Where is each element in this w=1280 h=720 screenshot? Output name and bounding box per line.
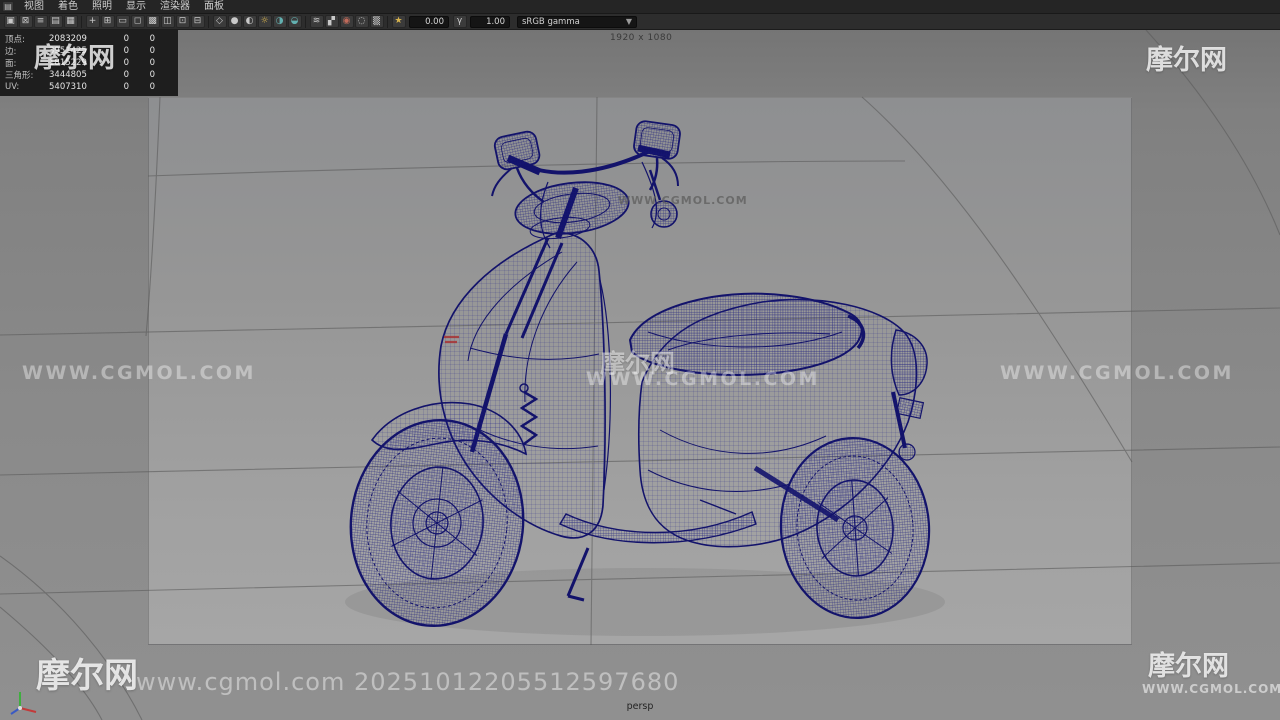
- shaded-icon[interactable]: ●: [227, 15, 242, 28]
- stat-selected: 0: [123, 82, 129, 92]
- bookmarks-icon[interactable]: ▤: [48, 15, 63, 28]
- exposure-field[interactable]: 0.00: [409, 15, 449, 28]
- menu-lighting[interactable]: 照明: [85, 0, 119, 13]
- render-view-region[interactable]: [148, 97, 1132, 645]
- hud-stat-row: 边: 3951425 0 0: [5, 45, 174, 57]
- camera-attributes-icon[interactable]: ≡: [33, 15, 48, 28]
- isolate-select-icon[interactable]: ◌: [354, 15, 369, 28]
- stat-total: 1815229: [49, 58, 87, 68]
- menu-shading[interactable]: 着色: [51, 0, 85, 13]
- select-camera-icon[interactable]: ▣: [3, 15, 18, 28]
- stat-total: 3951425: [49, 46, 87, 56]
- resolution-gate-label: 1920 x 1080: [610, 33, 673, 43]
- hud-stat-row: 面: 1815229 0 0: [5, 57, 174, 69]
- menu-renderer[interactable]: 渲染器: [153, 0, 197, 13]
- anti-aliasing-icon[interactable]: ▞: [324, 15, 339, 28]
- stat-label: 面:: [5, 59, 17, 69]
- pan-zoom-icon[interactable]: +: [85, 15, 100, 28]
- ambient-occlusion-icon[interactable]: ◒: [287, 15, 302, 28]
- stat-selected: 0: [123, 70, 129, 80]
- stat-label: 顶点:: [5, 35, 25, 45]
- depth-of-field-icon[interactable]: ◉: [339, 15, 354, 28]
- stat-component: 0: [149, 46, 155, 56]
- stat-component: 0: [149, 82, 155, 92]
- chevron-down-icon: ▼: [625, 16, 632, 26]
- viewport-canvas[interactable]: [0, 30, 1280, 720]
- panel-toolbar: ▣ ⊠ ≡ ▤ ▦ + ⊞ ▭ ◻ ▩ ◫ ⊡ ⊟ ◇ ● ◐ ☼ ◑ ◒ ≋ …: [0, 14, 1280, 30]
- lights-icon[interactable]: ☼: [257, 15, 272, 28]
- image-plane-icon[interactable]: ▦: [63, 15, 78, 28]
- safe-action-icon[interactable]: ⊡: [175, 15, 190, 28]
- stat-label: 边:: [5, 47, 17, 57]
- stat-label: 三角形:: [5, 71, 34, 81]
- menu-view[interactable]: 视图: [17, 0, 51, 13]
- grid-icon[interactable]: ⊞: [100, 15, 115, 28]
- field-chart-icon[interactable]: ◫: [160, 15, 175, 28]
- stat-total: 5407310: [49, 82, 87, 92]
- stat-component: 0: [149, 34, 155, 44]
- hud-stat-row: 顶点: 2083209 0 0: [5, 33, 174, 45]
- resolution-gate-icon[interactable]: ◻: [130, 15, 145, 28]
- stat-selected: 0: [123, 58, 129, 68]
- gamma-field[interactable]: 1.00: [470, 15, 510, 28]
- toolbar-separator: [305, 15, 306, 28]
- poly-count-hud: 顶点: 2083209 0 0 边: 3951425 0 0 面: 181522…: [0, 30, 178, 96]
- camera-name-label: persp: [626, 701, 654, 712]
- stat-total: 2083209: [49, 34, 87, 44]
- stat-component: 0: [149, 58, 155, 68]
- colorspace-dropdown[interactable]: sRGB gamma ▼: [517, 15, 637, 28]
- lock-camera-icon[interactable]: ⊠: [18, 15, 33, 28]
- stat-selected: 0: [123, 34, 129, 44]
- menu-panels[interactable]: 面板: [197, 0, 231, 13]
- gamma-icon[interactable]: γ: [452, 15, 467, 28]
- colorspace-value: sRGB gamma: [522, 16, 580, 27]
- stat-total: 3444805: [49, 70, 87, 80]
- shadows-icon[interactable]: ◑: [272, 15, 287, 28]
- gate-mask-icon[interactable]: ▩: [145, 15, 160, 28]
- hud-stat-row: 三角形: 3444805 0 0: [5, 69, 174, 81]
- toolbar-separator: [81, 15, 82, 28]
- wireframe-icon[interactable]: ◇: [212, 15, 227, 28]
- menu-show[interactable]: 显示: [119, 0, 153, 13]
- motion-blur-icon[interactable]: ≋: [309, 15, 324, 28]
- toolbar-separator: [387, 15, 388, 28]
- maya-viewport-window: ▤ 视图 着色 照明 显示 渲染器 面板 ▣ ⊠ ≡ ▤ ▦ + ⊞ ▭ ◻ ▩…: [0, 0, 1280, 720]
- panel-menu-icon[interactable]: ▤: [2, 1, 14, 12]
- safe-title-icon[interactable]: ⊟: [190, 15, 205, 28]
- xray-icon[interactable]: ▒: [369, 15, 384, 28]
- panel-menubar: ▤ 视图 着色 照明 显示 渲染器 面板: [0, 0, 1280, 14]
- film-gate-icon[interactable]: ▭: [115, 15, 130, 28]
- exposure-icon[interactable]: ★: [391, 15, 406, 28]
- stat-label: UV:: [5, 82, 20, 92]
- axis-gizmo: [10, 692, 37, 715]
- hud-stat-row: UV: 5407310 0 0: [5, 81, 174, 93]
- stat-selected: 0: [123, 46, 129, 56]
- stat-component: 0: [149, 70, 155, 80]
- textured-icon[interactable]: ◐: [242, 15, 257, 28]
- toolbar-separator: [208, 15, 209, 28]
